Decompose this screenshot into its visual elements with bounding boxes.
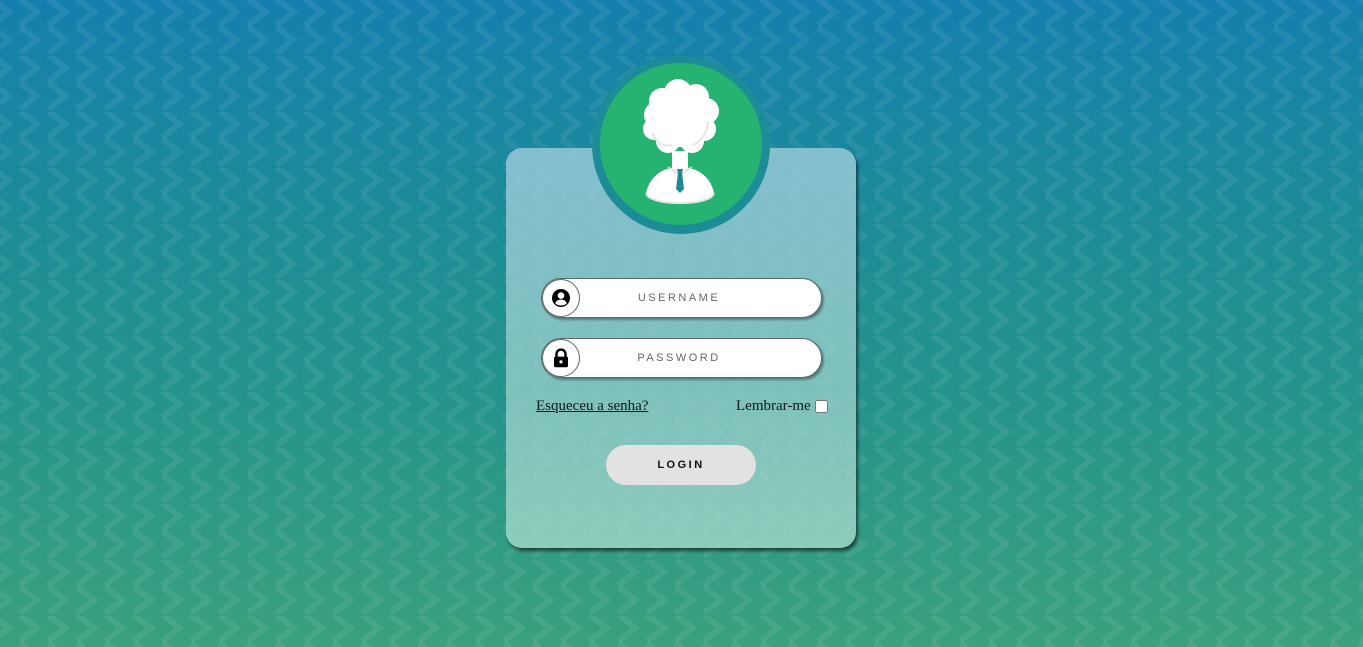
login-button[interactable]: LOGIN bbox=[606, 445, 756, 485]
username-field[interactable] bbox=[541, 278, 822, 318]
password-field[interactable] bbox=[541, 338, 822, 378]
forgot-password-link[interactable]: Esqueceu a senha? bbox=[536, 398, 648, 415]
password-input[interactable] bbox=[582, 341, 776, 375]
user-circle-icon bbox=[542, 279, 580, 317]
username-input[interactable] bbox=[582, 281, 776, 315]
remember-me-label: Lembrar-me bbox=[736, 398, 811, 414]
remember-me-checkbox[interactable] bbox=[814, 400, 828, 413]
lock-icon bbox=[542, 339, 580, 377]
remember-me[interactable]: Lembrar-me bbox=[736, 398, 828, 415]
user-avatar-icon bbox=[600, 63, 762, 225]
